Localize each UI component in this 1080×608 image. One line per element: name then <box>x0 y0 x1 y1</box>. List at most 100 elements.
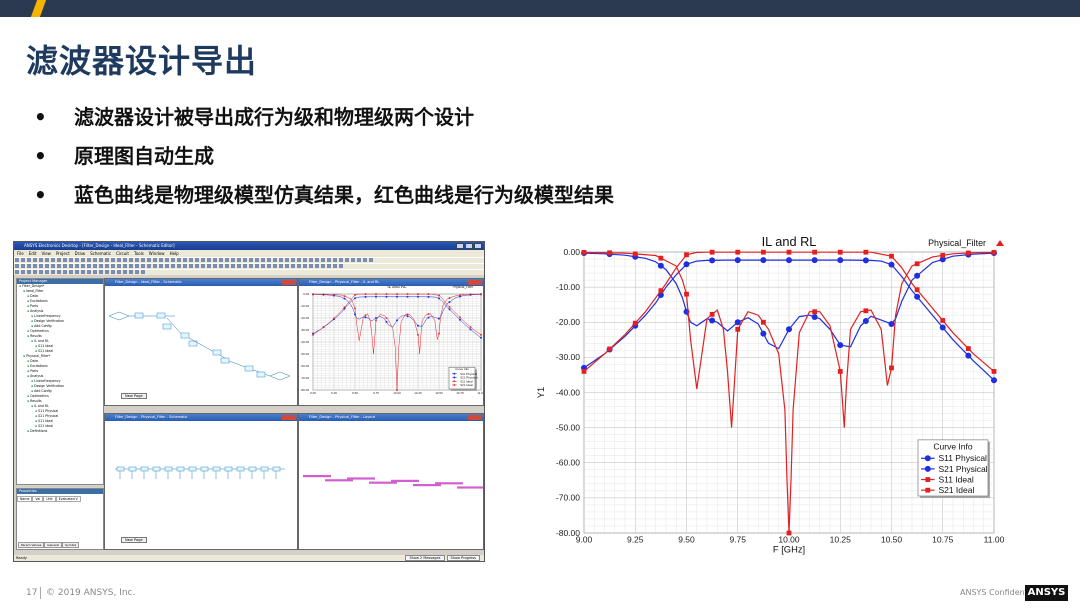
toolbar-icon[interactable] <box>39 270 43 274</box>
schematic-component[interactable] <box>156 312 166 319</box>
tree-item[interactable]: Definitions <box>17 429 103 434</box>
toolbar-icon[interactable] <box>273 264 277 268</box>
toolbar-icon[interactable] <box>135 258 139 262</box>
toolbar-icon[interactable] <box>339 264 343 268</box>
toolbar-icon[interactable] <box>51 264 55 268</box>
schematic-component[interactable] <box>140 466 149 472</box>
toolbar-icon[interactable] <box>237 258 241 262</box>
schematic-component[interactable] <box>212 349 222 356</box>
toolbar-icon[interactable] <box>159 264 163 268</box>
toolbar-icon[interactable] <box>333 264 337 268</box>
schematic-component[interactable] <box>128 466 137 472</box>
schematic-component[interactable] <box>164 466 173 472</box>
toolbar-icon[interactable] <box>93 264 97 268</box>
toolbar-icon[interactable] <box>93 258 97 262</box>
toolbar-icon[interactable] <box>183 264 187 268</box>
toolbar-icon[interactable] <box>159 258 163 262</box>
window-close-button[interactable] <box>282 280 296 285</box>
toolbar-icon[interactable] <box>231 264 235 268</box>
toolbar-icon[interactable] <box>99 270 103 274</box>
toolbar-icon[interactable] <box>63 258 67 262</box>
toolbar-icon[interactable] <box>207 264 211 268</box>
toolbar-icon[interactable] <box>363 258 367 262</box>
toolbar-icon[interactable] <box>171 258 175 262</box>
toolbar-icon[interactable] <box>321 258 325 262</box>
menu-item[interactable]: Circuit <box>116 251 129 256</box>
toolbar-icon[interactable] <box>129 270 133 274</box>
toolbar-icon[interactable] <box>249 258 253 262</box>
toolbar-icon[interactable] <box>213 258 217 262</box>
close-button[interactable] <box>474 243 482 249</box>
toolbar-icon[interactable] <box>69 258 73 262</box>
schematic-component[interactable] <box>260 466 269 472</box>
toolbar-icon[interactable] <box>315 264 319 268</box>
toolbar-icon[interactable] <box>279 258 283 262</box>
toolbar-icon[interactable] <box>279 264 283 268</box>
toolbar-icon[interactable] <box>291 264 295 268</box>
toolbar-icon[interactable] <box>213 264 217 268</box>
toolbar-icon[interactable] <box>21 258 25 262</box>
schematic-component[interactable] <box>248 466 257 472</box>
menu-item[interactable]: Edit <box>29 251 37 256</box>
toolbar-icon[interactable] <box>87 264 91 268</box>
toolbar-icon[interactable] <box>81 258 85 262</box>
toolbar-icon[interactable] <box>57 270 61 274</box>
toolbar-icon[interactable] <box>87 270 91 274</box>
toolbar-icon[interactable] <box>189 264 193 268</box>
schematic-component[interactable] <box>244 365 254 372</box>
toolbar-icon[interactable] <box>297 264 301 268</box>
schematic-component[interactable] <box>256 371 266 378</box>
menu-item[interactable]: Schematic <box>90 251 111 256</box>
toolbar-icon[interactable] <box>117 264 121 268</box>
schematic-component[interactable] <box>180 332 190 339</box>
toolbar-icon[interactable] <box>321 264 325 268</box>
toolbar-icon[interactable] <box>111 258 115 262</box>
toolbar-icon[interactable] <box>123 264 127 268</box>
menu-item[interactable]: Project <box>56 251 70 256</box>
toolbar-icon[interactable] <box>219 264 223 268</box>
toolbar-icon[interactable] <box>15 264 19 268</box>
toolbar-icon[interactable] <box>117 270 121 274</box>
schematic-component[interactable] <box>188 466 197 472</box>
menu-item[interactable]: Draw <box>75 251 85 256</box>
toolbar-icon[interactable] <box>315 258 319 262</box>
toolbar-icon[interactable] <box>15 270 19 274</box>
toolbar-icon[interactable] <box>183 258 187 262</box>
toolbar-icon[interactable] <box>81 264 85 268</box>
menu-item[interactable]: Help <box>170 251 179 256</box>
toolbar-icon[interactable] <box>255 258 259 262</box>
toolbar-icon[interactable] <box>345 258 349 262</box>
toolbar-icon[interactable] <box>39 258 43 262</box>
toolbar-icon[interactable] <box>93 270 97 274</box>
toolbar-icon[interactable] <box>75 270 79 274</box>
toolbar-icon[interactable] <box>309 258 313 262</box>
toolbar-icon[interactable] <box>129 258 133 262</box>
toolbar-icon[interactable] <box>177 264 181 268</box>
toolbar-icon[interactable] <box>105 270 109 274</box>
toolbar-icon[interactable] <box>99 258 103 262</box>
toolbar-icon[interactable] <box>177 258 181 262</box>
toolbar-icon[interactable] <box>195 258 199 262</box>
toolbar-icon[interactable] <box>33 258 37 262</box>
toolbar-icon[interactable] <box>87 258 91 262</box>
toolbar-icon[interactable] <box>141 270 145 274</box>
toolbar-icon[interactable] <box>123 270 127 274</box>
toolbar-icon[interactable] <box>303 258 307 262</box>
new-page-button[interactable]: New Page <box>121 537 147 543</box>
toolbar-icon[interactable] <box>207 258 211 262</box>
menu-item[interactable]: File <box>17 251 24 256</box>
menu-item[interactable]: Tools <box>134 251 144 256</box>
toolbar-icon[interactable] <box>201 264 205 268</box>
window-close-button[interactable] <box>468 415 482 420</box>
toolbar-icon[interactable] <box>111 270 115 274</box>
schematic-component[interactable] <box>152 466 161 472</box>
toolbar-icon[interactable] <box>27 264 31 268</box>
toolbar-icon[interactable] <box>189 258 193 262</box>
toolbar-icon[interactable] <box>105 264 109 268</box>
schematic-component[interactable] <box>212 466 221 472</box>
toolbar-icon[interactable] <box>15 258 19 262</box>
toolbar-icon[interactable] <box>285 258 289 262</box>
toolbar-icon[interactable] <box>147 264 151 268</box>
schematic-component[interactable] <box>162 323 172 330</box>
toolbar-icon[interactable] <box>249 264 253 268</box>
